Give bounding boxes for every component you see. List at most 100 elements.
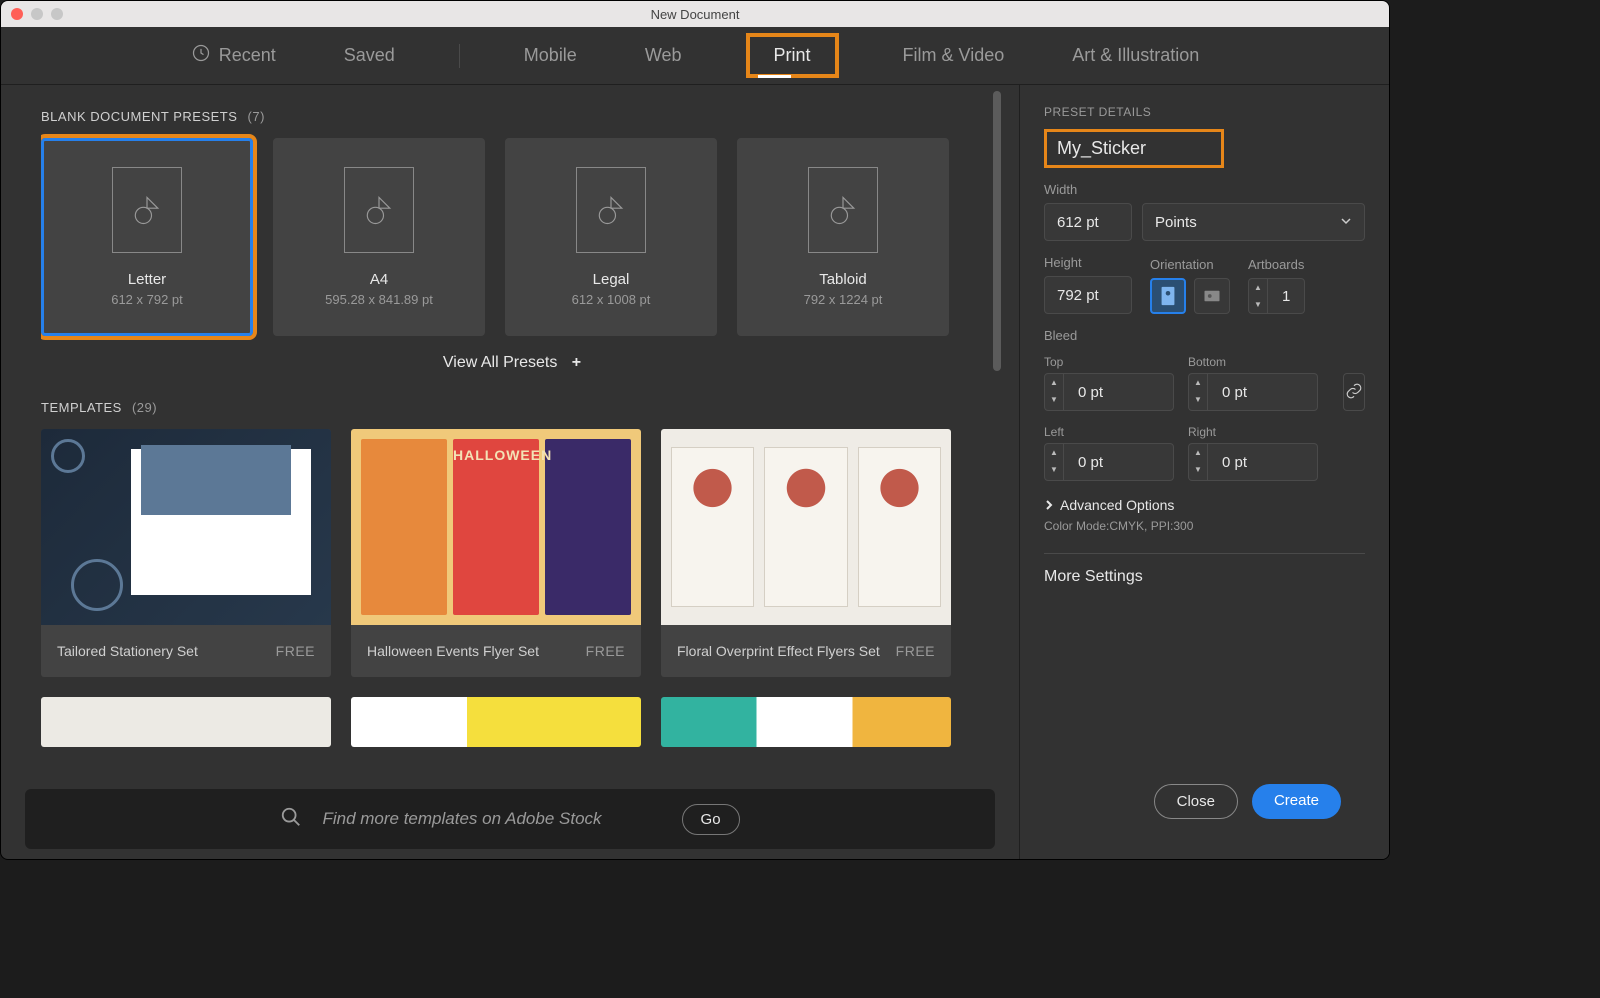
chevron-right-icon	[1044, 497, 1054, 513]
section-label: TEMPLATES	[41, 400, 122, 415]
chevron-up-icon[interactable]: ▲	[1249, 279, 1267, 296]
view-all-label: View All Presets	[443, 354, 557, 371]
templates-count: (29)	[132, 400, 157, 415]
stepper-icon[interactable]: ▲▼	[1045, 444, 1064, 480]
bleed-right-input[interactable]: ▲▼ 0 pt	[1188, 443, 1318, 481]
document-name-input[interactable]: My_Sticker	[1044, 129, 1224, 168]
template-card[interactable]: Floral Overprint Effect Flyers Set FREE	[661, 429, 951, 677]
template-price: FREE	[586, 643, 625, 659]
template-thumbnail	[41, 429, 331, 625]
preset-name: Tabloid	[819, 271, 867, 288]
page-icon	[576, 167, 646, 253]
stepper-icon[interactable]: ▲▼	[1045, 374, 1064, 410]
bleed-left-input[interactable]: ▲▼ 0 pt	[1044, 443, 1174, 481]
tab-art-illustration[interactable]: Art & Illustration	[1068, 33, 1203, 78]
width-label: Width	[1044, 182, 1365, 197]
preset-grid: Letter 612 x 792 pt A4 595.28 x 841.89 p…	[41, 138, 983, 336]
preset-card-tabloid[interactable]: Tabloid 792 x 1224 pt	[737, 138, 949, 336]
minimize-window-button[interactable]	[31, 8, 43, 20]
page-icon	[344, 167, 414, 253]
zoom-window-button[interactable]	[51, 8, 63, 20]
preset-dims: 612 x 1008 pt	[572, 292, 651, 307]
window-title: New Document	[651, 7, 740, 22]
preset-name: Legal	[593, 271, 630, 288]
tab-label: Print	[774, 45, 811, 66]
close-button[interactable]: Close	[1154, 784, 1238, 819]
template-card[interactable]: Tailored Stationery Set FREE	[41, 429, 331, 677]
preset-card-letter[interactable]: Letter 612 x 792 pt	[41, 138, 253, 336]
template-thumbnail	[661, 697, 951, 747]
bleed-top-value: 0 pt	[1064, 384, 1117, 401]
orientation-landscape-button[interactable]	[1194, 278, 1230, 314]
bleed-label: Bleed	[1044, 328, 1365, 343]
color-mode-summary: Color Mode:CMYK, PPI:300	[1044, 519, 1365, 533]
template-name: Tailored Stationery Set	[57, 643, 198, 659]
chevron-down-icon	[1340, 214, 1352, 231]
chevron-down-icon[interactable]: ▼	[1249, 296, 1267, 313]
tab-label: Web	[645, 45, 682, 66]
template-name: Floral Overprint Effect Flyers Set	[677, 643, 880, 659]
stepper-icon[interactable]: ▲▼	[1189, 374, 1208, 410]
scroll-area[interactable]: BLANK DOCUMENT PRESETS (7) Letter 612 x …	[41, 109, 1019, 795]
artboards-value: 1	[1268, 288, 1304, 305]
tab-print[interactable]: Print	[746, 33, 839, 78]
artboards-input[interactable]: ▲ ▼ 1	[1248, 278, 1305, 314]
preset-card-legal[interactable]: Legal 612 x 1008 pt	[505, 138, 717, 336]
template-thumbnail	[351, 697, 641, 747]
bleed-bottom-label: Bottom	[1188, 355, 1318, 369]
create-button[interactable]: Create	[1252, 784, 1341, 819]
bleed-right-value: 0 pt	[1208, 454, 1261, 471]
template-card[interactable]	[351, 697, 641, 747]
height-label: Height	[1044, 255, 1132, 270]
stock-search-bar: Find more templates on Adobe Stock Go	[25, 789, 995, 849]
orientation-label: Orientation	[1150, 257, 1230, 272]
units-value: Points	[1155, 214, 1197, 231]
more-settings-button[interactable]: More Settings	[1044, 568, 1365, 586]
new-document-window: New Document Recent Saved Mobile Web Pri…	[0, 0, 1390, 860]
scrollbar-thumb[interactable]	[993, 91, 1001, 371]
bleed-bottom-value: 0 pt	[1208, 384, 1261, 401]
template-card[interactable]	[661, 697, 951, 747]
stock-search-input[interactable]: Find more templates on Adobe Stock	[322, 809, 601, 829]
close-window-button[interactable]	[11, 8, 23, 20]
divider	[1044, 553, 1365, 554]
preset-name: A4	[370, 271, 388, 288]
tab-web[interactable]: Web	[641, 33, 686, 78]
tab-label: Saved	[344, 45, 395, 66]
bleed-bottom-input[interactable]: ▲▼ 0 pt	[1188, 373, 1318, 411]
template-price: FREE	[896, 643, 935, 659]
tab-saved[interactable]: Saved	[340, 33, 399, 78]
width-input[interactable]: 612 pt	[1044, 203, 1132, 241]
clock-icon	[191, 43, 211, 68]
template-card[interactable]	[41, 697, 331, 747]
presets-count: (7)	[248, 109, 265, 124]
presets-heading: BLANK DOCUMENT PRESETS (7)	[41, 109, 983, 124]
preset-dims: 612 x 792 pt	[111, 292, 183, 307]
go-button[interactable]: Go	[682, 804, 740, 835]
stepper-icon[interactable]: ▲ ▼	[1249, 279, 1268, 313]
link-bleed-button[interactable]	[1343, 373, 1365, 411]
bleed-top-input[interactable]: ▲▼ 0 pt	[1044, 373, 1174, 411]
page-icon	[112, 167, 182, 253]
bleed-right-label: Right	[1188, 425, 1318, 439]
template-thumbnail	[41, 697, 331, 747]
units-select[interactable]: Points	[1142, 203, 1365, 241]
preset-name: Letter	[128, 271, 166, 288]
preset-dims: 792 x 1224 pt	[804, 292, 883, 307]
template-card[interactable]: Halloween Events Flyer Set FREE	[351, 429, 641, 677]
tab-recent[interactable]: Recent	[187, 31, 280, 80]
height-input[interactable]: 792 pt	[1044, 276, 1132, 314]
tab-mobile[interactable]: Mobile	[520, 33, 581, 78]
search-icon	[280, 806, 302, 833]
advanced-options-toggle[interactable]: Advanced Options	[1044, 497, 1365, 513]
preset-dims: 595.28 x 841.89 pt	[325, 292, 433, 307]
template-footer: Halloween Events Flyer Set FREE	[351, 625, 641, 677]
view-all-presets-button[interactable]: View All Presets +	[41, 354, 983, 372]
bleed-left-value: 0 pt	[1064, 454, 1117, 471]
tab-label: Recent	[219, 45, 276, 66]
tab-film-video[interactable]: Film & Video	[899, 33, 1009, 78]
orientation-portrait-button[interactable]	[1150, 278, 1186, 314]
stepper-icon[interactable]: ▲▼	[1189, 444, 1208, 480]
preset-card-a4[interactable]: A4 595.28 x 841.89 pt	[273, 138, 485, 336]
tab-label: Film & Video	[903, 45, 1005, 66]
